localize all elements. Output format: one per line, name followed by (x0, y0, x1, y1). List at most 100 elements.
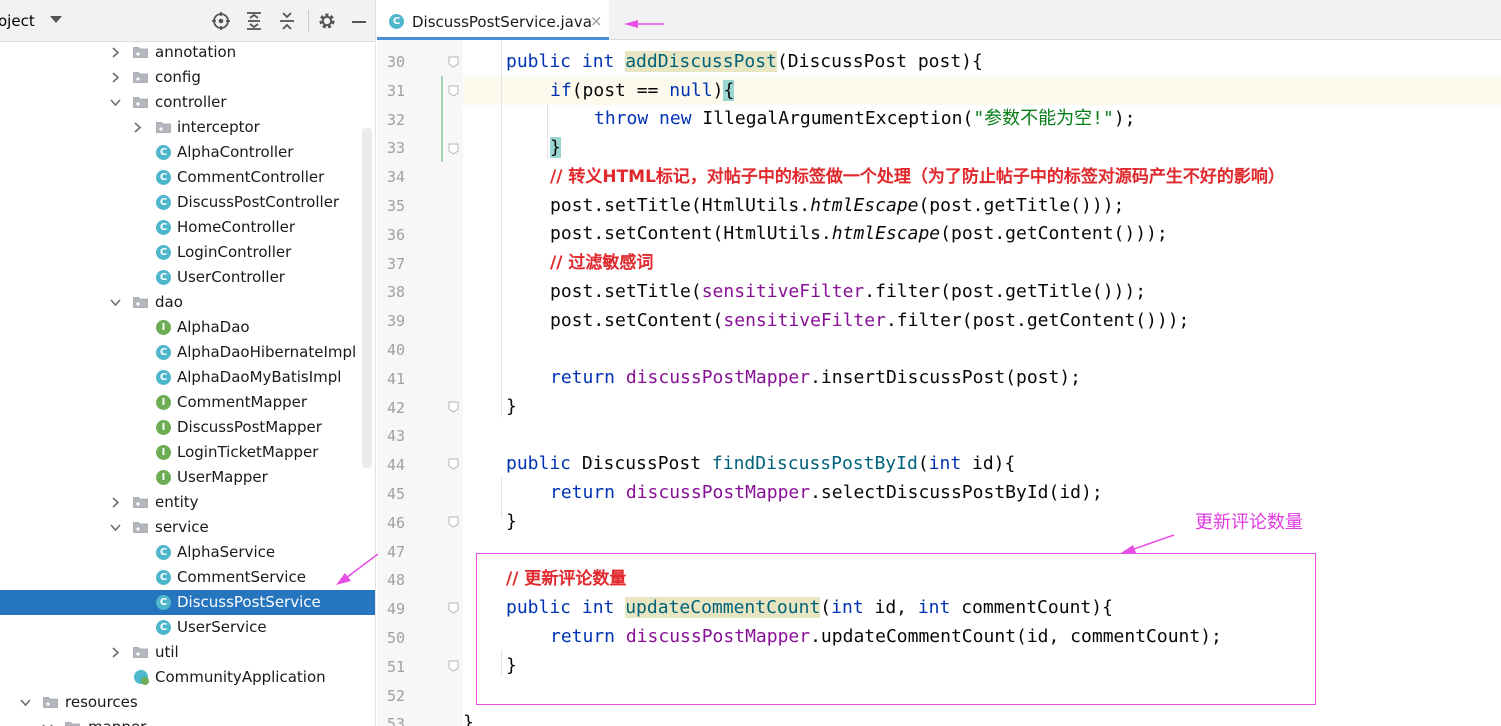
chevron-down-icon[interactable] (42, 722, 53, 726)
tree-item-util[interactable]: util (0, 640, 375, 665)
line-number[interactable]: 36 (377, 226, 405, 244)
fold-marker-icon[interactable] (448, 660, 459, 672)
fold-marker-icon[interactable] (448, 516, 459, 528)
tree-item-label: AlphaService (177, 543, 276, 561)
chevron-down-icon[interactable] (110, 97, 121, 108)
vcs-change-marker[interactable] (441, 76, 443, 162)
chevron-right-icon[interactable] (110, 497, 121, 508)
chevron-down-icon[interactable] (110, 522, 121, 533)
chevron-right-icon[interactable] (110, 72, 121, 83)
tree-item-label: AlphaDao (177, 318, 250, 336)
tree-item-usermapper[interactable]: I UserMapper (0, 465, 375, 490)
tree-item-alphacontroller[interactable]: C AlphaController (0, 140, 375, 165)
line-number[interactable]: 43 (377, 427, 405, 445)
keyword: throw new (594, 108, 703, 129)
code-comment: // 转义HTML标记，对帖子中的标签做一个处理（为了防止帖子中的标签对源码产生… (550, 167, 1285, 187)
package-folder-icon (156, 122, 171, 133)
locate-file-icon[interactable] (211, 11, 231, 31)
line-number[interactable]: 34 (377, 168, 405, 186)
keyword: return (550, 367, 626, 388)
line-number[interactable]: 53 (377, 715, 405, 726)
tree-item-config[interactable]: config (0, 65, 375, 90)
line-number[interactable]: 52 (377, 687, 405, 705)
line-number[interactable]: 30 (377, 53, 405, 71)
tree-scrollbar[interactable] (362, 128, 372, 468)
tree-item-discusspostservice[interactable]: C DiscussPostService (0, 590, 375, 615)
view-selector-dropdown-icon[interactable] (50, 16, 62, 23)
project-view-title[interactable]: oject (0, 12, 35, 30)
line-number[interactable]: 46 (377, 514, 405, 532)
close-tab-icon[interactable]: × (590, 12, 603, 30)
line-number[interactable]: 37 (377, 255, 405, 273)
tree-item-resources[interactable]: resources (0, 690, 375, 715)
code-text: (post.getContent())); (940, 223, 1168, 244)
code-text: .filter(post.getContent())); (885, 310, 1190, 331)
tree-item-loginticketmapper[interactable]: I LoginTicketMapper (0, 440, 375, 465)
method-name[interactable]: addDiscussPost (625, 51, 777, 72)
tree-item-logincontroller[interactable]: C LoginController (0, 240, 375, 265)
tree-item-discusspostcontroller[interactable]: C DiscussPostController (0, 190, 375, 215)
code-line-30: public int addDiscussPost(DiscussPost po… (506, 47, 983, 76)
tab-discuss-post-service[interactable]: C DiscussPostService.java × (377, 0, 609, 40)
tree-item-alphadaomybatisimpl[interactable]: C AlphaDaoMyBatisImpl (0, 365, 375, 390)
line-number[interactable]: 49 (377, 600, 405, 618)
tree-item-entity[interactable]: entity (0, 490, 375, 515)
tree-item-discusspostmapper[interactable]: I DiscussPostMapper (0, 415, 375, 440)
line-number[interactable]: 44 (377, 456, 405, 474)
fold-marker-icon[interactable] (448, 143, 459, 155)
line-number[interactable]: 41 (377, 370, 405, 388)
line-number[interactable]: 32 (377, 111, 405, 129)
chevron-right-icon[interactable] (132, 122, 143, 133)
code-text: post.setTitle(HtmlUtils. (550, 195, 811, 216)
tree-item-communityapplication[interactable]: CommunityApplication (0, 665, 375, 690)
fold-marker-icon[interactable] (448, 458, 459, 470)
tree-item-mapper[interactable]: mapper (0, 715, 375, 726)
tree-item-userservice[interactable]: C UserService (0, 615, 375, 640)
tree-item-commentcontroller[interactable]: C CommentController (0, 165, 375, 190)
tree-item-dao[interactable]: dao (0, 290, 375, 315)
tree-item-alphadao[interactable]: I AlphaDao (0, 315, 375, 340)
line-number[interactable]: 39 (377, 312, 405, 330)
line-number[interactable]: 51 (377, 658, 405, 676)
line-number[interactable]: 45 (377, 485, 405, 503)
chevron-right-icon[interactable] (110, 647, 121, 658)
line-number[interactable]: 33 (377, 139, 405, 157)
tree-item-interceptor[interactable]: interceptor (0, 115, 375, 140)
tree-item-annotation[interactable]: annotation (0, 40, 375, 65)
keyword: public int (506, 51, 626, 72)
tree-item-label: config (155, 68, 201, 86)
line-number[interactable]: 38 (377, 283, 405, 301)
chevron-right-icon[interactable] (110, 47, 121, 58)
line-number[interactable]: 48 (377, 571, 405, 589)
class-icon: C (156, 595, 171, 610)
code-line-39: post.setContent(sensitiveFilter.filter(p… (550, 306, 1189, 335)
collapse-all-icon[interactable] (277, 11, 297, 31)
fold-marker-icon[interactable] (448, 56, 459, 68)
chevron-down-icon[interactable] (20, 697, 31, 708)
line-number[interactable]: 50 (377, 629, 405, 647)
tree-item-alphaservice[interactable]: C AlphaService (0, 540, 375, 565)
tree-item-homecontroller[interactable]: C HomeController (0, 215, 375, 240)
matched-brace: { (723, 80, 735, 101)
tree-item-commentservice[interactable]: C CommentService (0, 565, 375, 590)
method-name[interactable]: findDiscussPostById (712, 453, 918, 474)
tree-item-service[interactable]: service (0, 515, 375, 540)
chevron-down-icon[interactable] (110, 297, 121, 308)
line-number[interactable]: 31 (377, 82, 405, 100)
minimize-icon[interactable] (349, 11, 369, 31)
expand-all-icon[interactable] (244, 11, 264, 31)
tree-item-controller[interactable]: controller (0, 90, 375, 115)
fold-marker-icon[interactable] (448, 602, 459, 614)
tree-item-commentmapper[interactable]: I CommentMapper (0, 390, 375, 415)
fold-marker-icon[interactable] (448, 85, 459, 97)
line-number[interactable]: 42 (377, 399, 405, 417)
line-number[interactable]: 47 (377, 543, 405, 561)
tree-item-label: CommentController (177, 168, 325, 186)
tree-item-alphadaohibernateimpl[interactable]: C AlphaDaoHibernateImpl (0, 340, 375, 365)
code-line-34: // 转义HTML标记，对帖子中的标签做一个处理（为了防止帖子中的标签对源码产生… (550, 162, 1285, 191)
gear-icon[interactable] (317, 11, 337, 31)
line-number[interactable]: 40 (377, 341, 405, 359)
line-number[interactable]: 35 (377, 197, 405, 215)
fold-marker-icon[interactable] (448, 401, 459, 413)
tree-item-usercontroller[interactable]: C UserController (0, 265, 375, 290)
